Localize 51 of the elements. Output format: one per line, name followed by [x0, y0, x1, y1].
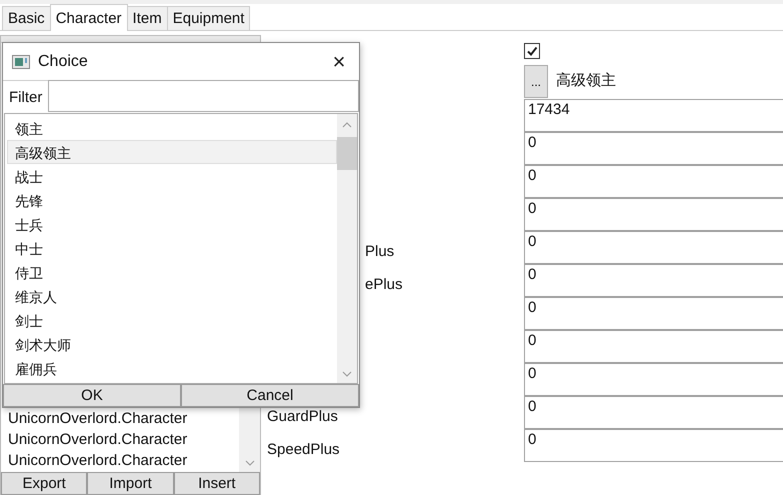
- choice-value: 高级领主: [556, 71, 616, 90]
- list-item[interactable]: 雇佣兵: [7, 356, 337, 380]
- input-field[interactable]: 0: [524, 330, 783, 362]
- list-item[interactable]: 剑士: [7, 308, 337, 332]
- list-item[interactable]: 先锋: [7, 188, 337, 212]
- window-title: Choice: [38, 52, 89, 70]
- list-item[interactable]: 战士: [7, 164, 337, 188]
- scroll-down-icon[interactable]: [342, 371, 352, 377]
- scroll-thumb[interactable]: [337, 137, 357, 170]
- list-item[interactable]: 侍卫: [7, 260, 337, 284]
- input-field[interactable]: 0: [524, 164, 783, 198]
- list-item[interactable]: UnicornOverlord.Character: [1, 408, 239, 429]
- dialog-button[interactable]: Cancel: [181, 384, 359, 407]
- list-item[interactable]: UnicornOverlord.Character: [1, 429, 239, 450]
- field-label: SpeedPlus: [267, 440, 340, 458]
- tab[interactable]: Item: [126, 6, 168, 30]
- input-field[interactable]: 0: [524, 362, 783, 396]
- tab[interactable]: Basic: [2, 6, 51, 30]
- list-item[interactable]: 维京人: [7, 284, 337, 308]
- input-field[interactable]: 0: [524, 132, 783, 164]
- input-field[interactable]: 0: [524, 264, 783, 296]
- list-button[interactable]: Export: [1, 472, 88, 495]
- list-item[interactable]: 士兵: [7, 212, 337, 236]
- window-icon: [12, 54, 30, 68]
- tab[interactable]: Character: [50, 4, 128, 31]
- tab[interactable]: Equipment: [166, 6, 250, 30]
- list-button[interactable]: Import: [87, 472, 174, 495]
- filter-field[interactable]: [48, 80, 359, 112]
- list-item[interactable]: 高级领主: [7, 140, 337, 164]
- filter-label: Filter: [8, 88, 44, 108]
- input-field[interactable]: 0: [524, 396, 783, 428]
- scroll-up-icon[interactable]: [342, 122, 352, 128]
- browse-button[interactable]: ...: [524, 65, 548, 98]
- scroll-down-icon[interactable]: [244, 460, 254, 466]
- list-item[interactable]: 剑术大师: [7, 332, 337, 356]
- list-item[interactable]: 中士: [7, 236, 337, 260]
- input-field[interactable]: 0: [524, 428, 783, 462]
- input-field[interactable]: 17434: [524, 98, 783, 132]
- list-item[interactable]: 领主: [7, 116, 337, 140]
- scrollbar[interactable]: [337, 114, 357, 383]
- field-label: ePlus: [364, 275, 403, 293]
- checkbox[interactable]: [524, 43, 540, 59]
- close-button[interactable]: ×: [319, 43, 359, 80]
- list-button[interactable]: Insert: [174, 472, 260, 495]
- input-field[interactable]: 0: [524, 198, 783, 230]
- field-label: Plus: [364, 242, 394, 260]
- input-field[interactable]: 0: [524, 296, 783, 330]
- dialog-button[interactable]: OK: [3, 384, 181, 407]
- list-item[interactable]: UnicornOverlord.Character: [1, 450, 239, 471]
- field-label: GuardPlus: [267, 407, 338, 425]
- input-field[interactable]: 0: [524, 230, 783, 264]
